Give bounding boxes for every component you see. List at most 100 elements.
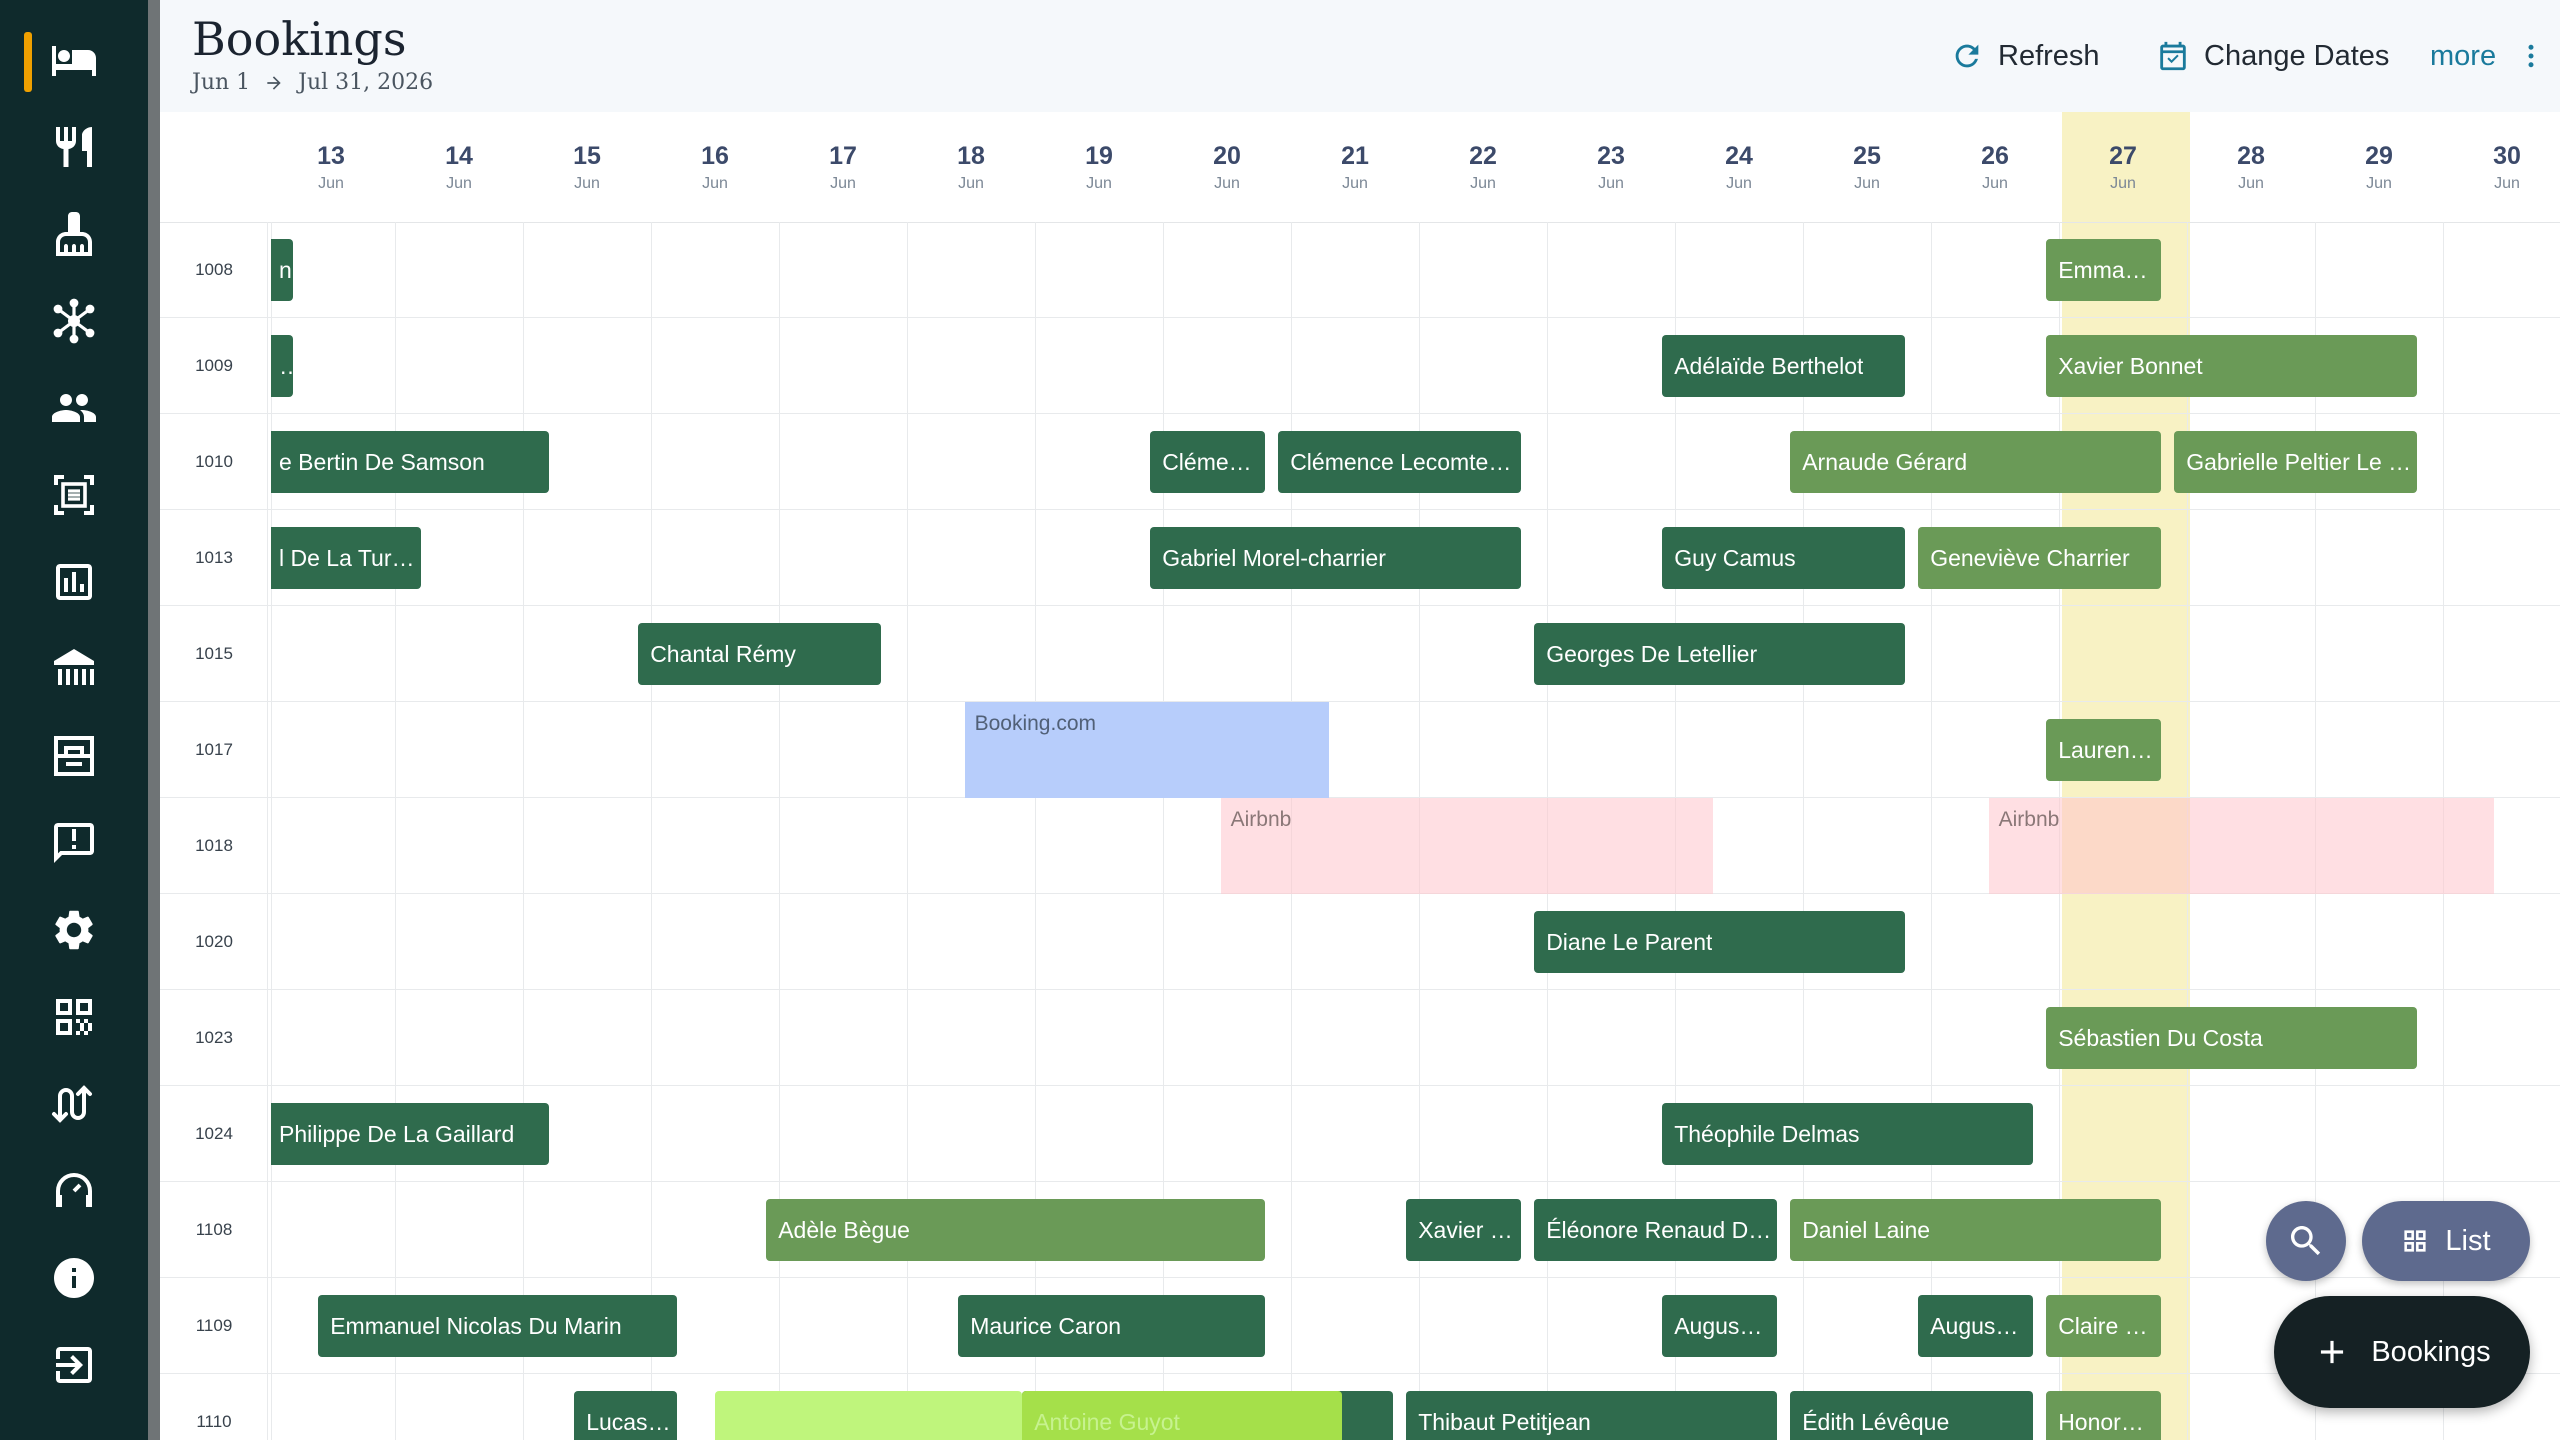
nav-channels[interactable] bbox=[0, 1061, 148, 1147]
booking-guest-name: Gabriel Morel-charrier bbox=[1162, 544, 1386, 571]
booking-bar[interactable]: Honor… bbox=[2046, 1391, 2162, 1440]
booking-guest-name: Arnaude Gérard bbox=[1802, 448, 1968, 475]
booking-bar[interactable]: … bbox=[271, 335, 293, 397]
day-number: 26 bbox=[1981, 142, 2009, 170]
room-label: 1008 bbox=[195, 260, 233, 279]
hub-icon bbox=[53, 298, 95, 344]
property-icon bbox=[54, 649, 94, 685]
nav-hub[interactable] bbox=[0, 278, 148, 364]
support-icon bbox=[56, 1173, 92, 1207]
date-range-end: Jul 31, 2026 bbox=[298, 70, 434, 95]
list-view-button[interactable]: List bbox=[2362, 1201, 2530, 1281]
booking-bar[interactable]: l De La Turpin bbox=[271, 527, 421, 589]
channel-block[interactable]: Airbnb bbox=[1220, 798, 1714, 894]
booking-bar[interactable]: Adélaïde Berthelot bbox=[1662, 335, 1906, 397]
nav-support[interactable] bbox=[0, 1148, 148, 1234]
day-month: Jun bbox=[830, 175, 856, 192]
booking-guest-name: Sébastien Du Costa bbox=[2058, 1024, 2263, 1051]
change-dates-button[interactable]: Change Dates bbox=[2156, 30, 2389, 82]
booking-bar[interactable]: Thibaut Petitjean bbox=[1406, 1391, 1778, 1440]
nav-reports[interactable] bbox=[0, 539, 148, 625]
day-header: 21 Jun bbox=[1291, 142, 1419, 193]
zoom-search-icon bbox=[2291, 1226, 2321, 1256]
day-number: 17 bbox=[829, 142, 857, 170]
sidebar bbox=[0, 0, 148, 1440]
day-number: 29 bbox=[2365, 142, 2393, 170]
booking-bar[interactable]: Emma… bbox=[2046, 239, 2162, 301]
booking-bar[interactable]: Antoine Guyot bbox=[1022, 1391, 1343, 1440]
nav-restaurant[interactable] bbox=[0, 104, 148, 190]
booking-bar[interactable]: Arnaude Gérard bbox=[1790, 431, 2162, 493]
booking-bar[interactable]: Cléme… bbox=[1150, 431, 1266, 493]
add-booking-label: Bookings bbox=[2371, 1335, 2491, 1368]
nav-bookings[interactable] bbox=[0, 17, 148, 103]
booking-bar[interactable]: Clémence Lecomte… bbox=[1278, 431, 1522, 493]
booking-bar[interactable]: Chantal Rémy bbox=[638, 623, 882, 685]
booking-bar[interactable]: Geneviève Charrier bbox=[1918, 527, 2162, 589]
refresh-button[interactable]: Refresh bbox=[1950, 30, 2100, 82]
booking-bar[interactable]: Sébastien Du Costa bbox=[2046, 1007, 2418, 1069]
booking-guest-name: Lauren… bbox=[2058, 736, 2153, 763]
booking-bar[interactable]: Claire … bbox=[2046, 1295, 2162, 1357]
booking-bar[interactable]: Gabriel Morel-charrier bbox=[1150, 527, 1522, 589]
booking-bar[interactable] bbox=[715, 1391, 1023, 1440]
day-month: Jun bbox=[1982, 175, 2008, 192]
room-label: 1024 bbox=[195, 1124, 233, 1143]
channel-block[interactable]: Booking.com bbox=[964, 702, 1330, 798]
nav-feedback[interactable] bbox=[0, 800, 148, 886]
nav-guests[interactable] bbox=[0, 365, 148, 451]
sidebar-scrollbar[interactable] bbox=[148, 0, 160, 1440]
day-month: Jun bbox=[1726, 175, 1752, 192]
day-month: Jun bbox=[2494, 175, 2520, 192]
booking-bar[interactable]: Emmanuel Nicolas Du Marin bbox=[318, 1295, 677, 1357]
booking-bar[interactable]: Éléonore Renaud D… bbox=[1534, 1199, 1778, 1261]
nav-housekeeping[interactable] bbox=[0, 191, 148, 277]
nav-rooms[interactable] bbox=[0, 713, 148, 799]
booking-guest-name: Édith Lévêque bbox=[1802, 1408, 1950, 1435]
channel-block[interactable]: Airbnb bbox=[1988, 798, 2495, 894]
document-scan-icon bbox=[54, 475, 94, 515]
booking-bar[interactable]: Maurice Caron bbox=[958, 1295, 1266, 1357]
booking-bar[interactable]: Philippe De La Gaillard bbox=[271, 1103, 549, 1165]
booking-bar[interactable]: n bbox=[271, 239, 293, 301]
booking-bar[interactable]: Gabrielle Peltier Le … bbox=[2174, 431, 2418, 493]
day-header: 18 Jun bbox=[907, 142, 1035, 193]
nav-qr[interactable] bbox=[0, 974, 148, 1060]
logout-icon bbox=[56, 1347, 92, 1383]
booking-guest-name: Emma… bbox=[2058, 256, 2148, 283]
booking-bar[interactable]: Augus… bbox=[1918, 1295, 2034, 1357]
booking-bar[interactable]: Diane Le Parent bbox=[1534, 911, 1906, 973]
booking-bar[interactable]: Adèle Bègue bbox=[766, 1199, 1266, 1261]
search-fab[interactable] bbox=[2266, 1201, 2346, 1281]
booking-bar[interactable]: Théophile Delmas bbox=[1662, 1103, 2034, 1165]
day-month: Jun bbox=[1214, 175, 1240, 192]
booking-bar[interactable]: Georges De Letellier bbox=[1534, 623, 1906, 685]
day-number: 27 bbox=[2109, 142, 2137, 170]
booking-bar[interactable]: e Bertin De Samson bbox=[271, 431, 549, 493]
booking-bar[interactable]: Daniel Laine bbox=[1790, 1199, 2162, 1261]
booking-bar[interactable]: Xavier Bonnet bbox=[2046, 335, 2418, 397]
booking-bar[interactable]: Guy Camus bbox=[1662, 527, 1906, 589]
nav-info[interactable] bbox=[0, 1235, 148, 1321]
booking-bar[interactable]: Lucas-… bbox=[574, 1391, 677, 1440]
booking-guest-name: Augus… bbox=[1930, 1312, 2019, 1339]
booking-bar[interactable]: Xavier … bbox=[1406, 1199, 1522, 1261]
day-header: 22 Jun bbox=[1419, 142, 1547, 193]
room-label: 1009 bbox=[195, 356, 233, 375]
more-button[interactable]: more bbox=[2430, 30, 2546, 82]
booking-bar[interactable]: Lauren… bbox=[2046, 719, 2162, 781]
booking-bar[interactable]: Augus… bbox=[1662, 1295, 1778, 1357]
add-booking-button[interactable]: Bookings bbox=[2274, 1296, 2530, 1408]
nav-property[interactable] bbox=[0, 626, 148, 712]
day-month: Jun bbox=[2110, 175, 2136, 192]
nav-logout[interactable] bbox=[0, 1322, 148, 1408]
grid-view-icon bbox=[2404, 1230, 2427, 1252]
booking-guest-name: Clémence Lecomte… bbox=[1290, 448, 1512, 475]
day-header: 20 Jun bbox=[1163, 142, 1291, 193]
nav-documents[interactable] bbox=[0, 452, 148, 538]
nav-settings[interactable] bbox=[0, 887, 148, 973]
date-range[interactable]: Jun 1 Jul 31, 2026 bbox=[192, 70, 433, 95]
room-label: 1010 bbox=[195, 452, 233, 471]
booking-bar[interactable]: Édith Lévêque bbox=[1790, 1391, 2034, 1440]
list-view-label: List bbox=[2445, 1224, 2491, 1257]
